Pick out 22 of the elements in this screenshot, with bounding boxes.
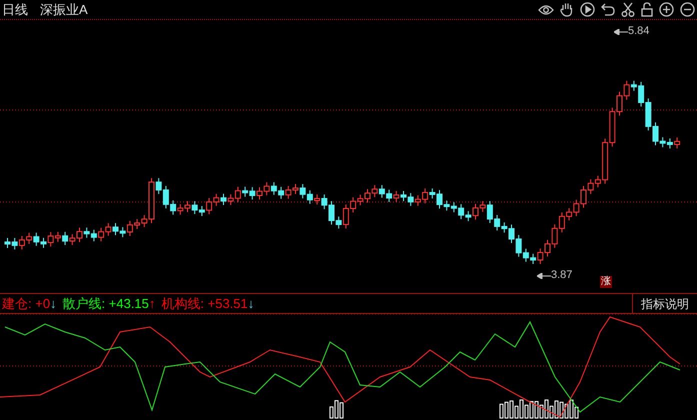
eye-icon[interactable] <box>538 4 554 16</box>
indicator-value: 建仓: +0 <box>2 294 50 313</box>
low-price-label: 3.87 <box>551 270 572 281</box>
zoom-in-icon[interactable] <box>659 2 674 17</box>
trend-arrow: ↓ <box>248 294 254 313</box>
lock-icon[interactable] <box>641 2 653 17</box>
high-pointer-icon <box>614 28 628 34</box>
hand-icon[interactable] <box>560 2 574 17</box>
indicator-value: 散户线: +43.15 <box>62 294 149 313</box>
rise-badge: 涨 <box>600 276 612 288</box>
trend-arrow: ↓ <box>50 294 57 313</box>
indicator-bar-series <box>330 400 344 418</box>
zoom-out-icon[interactable] <box>680 2 695 17</box>
indicator-value: 机构线: +53.51 <box>161 294 248 313</box>
play-icon[interactable] <box>580 2 595 17</box>
trend-arrow: ↑ <box>148 294 156 313</box>
scissors-icon[interactable] <box>621 2 635 17</box>
stock-name: 深振业A <box>40 0 88 19</box>
period-label: 日线 <box>2 0 28 19</box>
low-pointer-icon <box>537 272 551 278</box>
undo-icon[interactable] <box>601 3 615 16</box>
high-price-label: 5.84 <box>628 26 650 37</box>
